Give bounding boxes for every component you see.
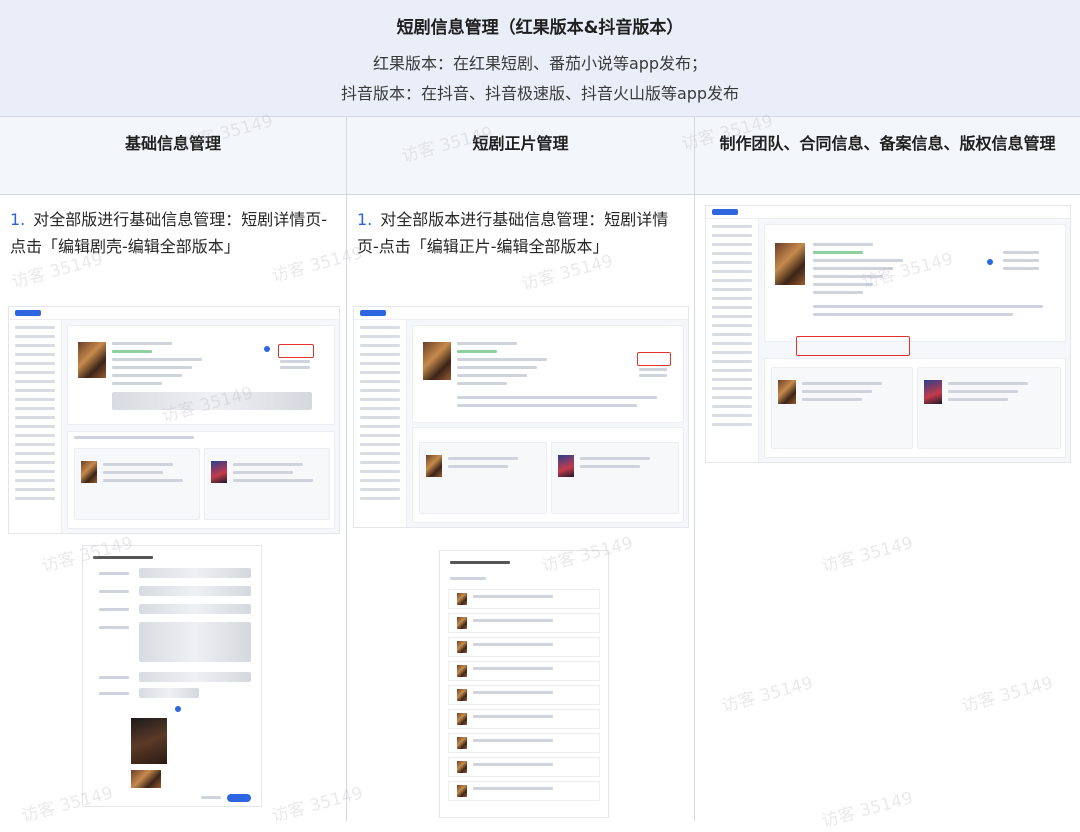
item-number: 1. [10, 210, 26, 229]
column-title: 基础信息管理 [124, 134, 221, 153]
list-item: 1. 对全部版本进行基础信息管理：短剧详情页-点击「编辑正片-编辑全部版本」 [357, 206, 680, 260]
douyin-version-note: 抖音版本：在抖音、抖音极速版、抖音火山版等app发布 [340, 84, 740, 103]
screenshot-team-contract-tabs [705, 205, 1071, 463]
info-table: 短剧信息管理（红果版本&抖音版本） 红果版本：在红果短剧、番茄小说等app发布；… [0, 0, 1080, 832]
column-title: 制作团队、合同信息、备案信息、版权信息管理 [719, 134, 1056, 153]
column-title: 短剧正片管理 [472, 134, 569, 153]
item-number: 1. [357, 210, 373, 229]
column-header-team-contract: 制作团队、合同信息、备案信息、版权信息管理 [695, 117, 1080, 195]
screenshot-episode-detail [353, 306, 689, 528]
cell-basic-info: 1. 对全部版进行基础信息管理：短剧详情页-点击「编辑剧壳-编辑全部版本」 [0, 195, 346, 821]
cell-episodes: 1. 对全部版本进行基础信息管理：短剧详情页-点击「编辑正片-编辑全部版本」 [347, 195, 694, 821]
item-text: 对全部版本进行基础信息管理：短剧详情页-点击「编辑正片-编辑全部版本」 [357, 210, 669, 256]
screenshot-edit-all-versions [82, 545, 262, 807]
cell-team-contract [695, 195, 1080, 821]
hongguo-version-note: 红果版本：在红果短剧、番茄小说等app发布； [372, 54, 708, 73]
table-header: 短剧信息管理（红果版本&抖音版本） 红果版本：在红果短剧、番茄小说等app发布；… [0, 0, 1080, 117]
list-item: 1. 对全部版进行基础信息管理：短剧详情页-点击「编辑剧壳-编辑全部版本」 [10, 206, 332, 260]
column-header-basic-info: 基础信息管理 [0, 117, 346, 195]
screenshot-drama-detail [8, 306, 340, 534]
screenshot-episode-list [439, 550, 609, 818]
item-text: 对全部版进行基础信息管理：短剧详情页-点击「编辑剧壳-编辑全部版本」 [10, 210, 328, 256]
column-header-episodes: 短剧正片管理 [347, 117, 694, 195]
table-title: 短剧信息管理（红果版本&抖音版本） [396, 18, 684, 38]
